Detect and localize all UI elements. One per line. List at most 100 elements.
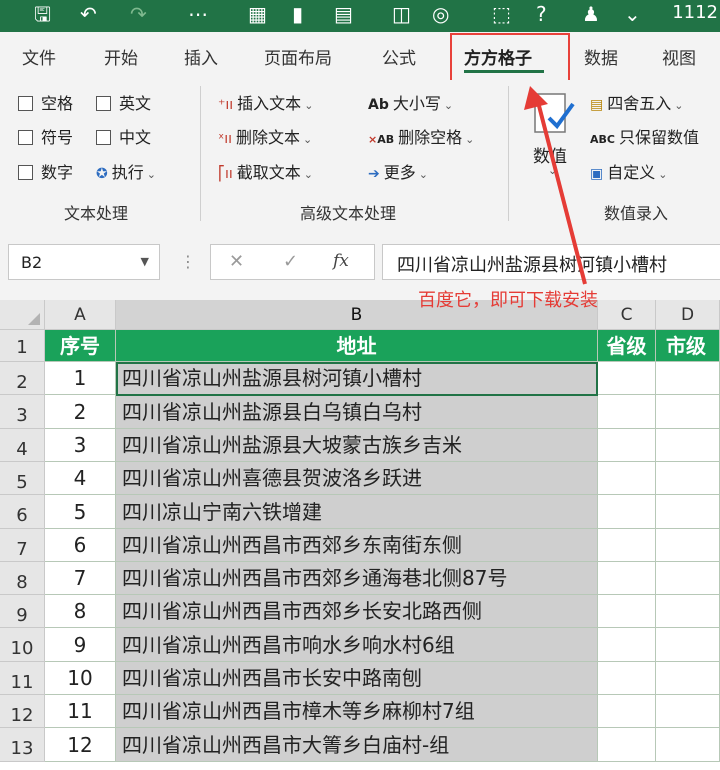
cell-seq[interactable]: 2 [45, 395, 116, 429]
drag-handle-icon[interactable]: ⋮ [180, 252, 196, 271]
row-header[interactable]: 4 [0, 429, 45, 462]
shapes-icon[interactable]: ◎ [432, 2, 449, 26]
row-header[interactable]: 11 [0, 662, 45, 695]
header-cell-province[interactable]: 省级 [598, 330, 656, 362]
calculator-icon[interactable]: ▦ [248, 2, 267, 26]
execute-button[interactable]: ✪ 执行 ⌄ [96, 159, 156, 183]
header-cell-seq[interactable]: 序号 [45, 330, 116, 362]
column-header-d[interactable]: D [656, 300, 720, 330]
cell-city[interactable] [656, 429, 720, 462]
checkbox-box[interactable] [96, 96, 111, 111]
redo-icon[interactable]: ↷ [130, 2, 147, 26]
checkbox-symbol[interactable]: 符号 [18, 124, 73, 148]
header-cell-address[interactable]: 地址 [116, 330, 598, 362]
formula-input[interactable]: 四川省凉山州盐源县树河镇小槽村 [382, 244, 720, 280]
cell-city[interactable] [656, 362, 720, 395]
cell-address[interactable]: 四川省凉山州喜德县贺波洛乡跃进 [116, 462, 598, 495]
cell-province[interactable] [598, 495, 656, 529]
checkbox-chinese[interactable]: 中文 [96, 124, 151, 148]
cell-seq[interactable]: 10 [45, 662, 116, 695]
select-all-corner[interactable] [0, 300, 45, 330]
cancel-icon[interactable]: ✕ [229, 251, 244, 272]
cell-address[interactable]: 四川省凉山州西昌市西郊乡东南街东侧 [116, 529, 598, 562]
text-box-icon[interactable]: ⬚ [492, 2, 511, 26]
numeric-big-button[interactable]: 数值 ⌄ [527, 90, 579, 190]
cell-province[interactable] [598, 429, 656, 462]
delete-space-button[interactable]: ×AB 删除空格 ⌄ [368, 124, 474, 148]
row-header[interactable]: 3 [0, 395, 45, 429]
row-header[interactable]: 10 [0, 628, 45, 662]
round-button[interactable]: ▤ 四舍五入 ⌄ [590, 90, 683, 114]
cell-seq[interactable]: 8 [45, 595, 116, 628]
cell-city[interactable] [656, 395, 720, 429]
dropdown-arrow-icon[interactable]: ▼ [141, 255, 149, 268]
cell-address[interactable]: 四川省凉山州西昌市西郊乡通海巷北侧87号 [116, 562, 598, 595]
row-header[interactable]: 6 [0, 495, 45, 529]
cell-city[interactable] [656, 695, 720, 728]
cell-city[interactable] [656, 662, 720, 695]
cell-seq[interactable]: 11 [45, 695, 116, 728]
customize-icon[interactable]: ⌄ [624, 2, 641, 26]
custom-button[interactable]: ▣ 自定义 ⌄ [590, 159, 667, 183]
name-box[interactable]: B2 ▼ [8, 244, 160, 280]
case-button[interactable]: Ab 大小写 ⌄ [368, 90, 453, 114]
checkbox-space[interactable]: 空格 [18, 90, 73, 114]
help-icon[interactable]: ? [536, 2, 547, 26]
tab-insert[interactable]: 插入 [184, 44, 218, 69]
cell-seq[interactable]: 9 [45, 628, 116, 662]
delete-text-button[interactable]: ˣıı 删除文本 ⌄ [218, 124, 312, 148]
cell-seq[interactable]: 1 [45, 362, 116, 395]
checkbox-box[interactable] [18, 130, 33, 145]
save-icon[interactable]: 🖫 [34, 2, 51, 26]
checkbox-box[interactable] [18, 165, 33, 180]
cell-city[interactable] [656, 628, 720, 662]
chart-icon[interactable]: ▮ [292, 2, 303, 26]
grid-icon[interactable]: ▤ [334, 2, 353, 26]
cell-city[interactable] [656, 495, 720, 529]
confirm-icon[interactable]: ✓ [283, 251, 298, 272]
cell-address[interactable]: 四川省凉山州西昌市大箐乡白庙村-组 [116, 728, 598, 762]
row-header[interactable]: 9 [0, 595, 45, 628]
row-header[interactable]: 13 [0, 728, 45, 762]
cell-address[interactable]: 四川凉山宁南六铁增建 [116, 495, 598, 529]
cell-seq[interactable]: 7 [45, 562, 116, 595]
user-icon[interactable]: ♟ [582, 2, 600, 26]
tab-page-layout[interactable]: 页面布局 [264, 44, 332, 69]
cell-address[interactable]: 四川省凉山州盐源县大坡蒙古族乡吉米 [116, 429, 598, 462]
row-header[interactable]: 5 [0, 462, 45, 495]
tab-file[interactable]: 文件 [22, 44, 56, 69]
tab-formulas[interactable]: 公式 [382, 44, 416, 69]
tab-data[interactable]: 数据 [584, 44, 618, 69]
checkbox-box[interactable] [18, 96, 33, 111]
more-button[interactable]: ➔ 更多 ⌄ [368, 159, 428, 183]
cell-seq[interactable]: 5 [45, 495, 116, 529]
cell-city[interactable] [656, 562, 720, 595]
column-header-a[interactable]: A [45, 300, 116, 330]
cell-seq[interactable]: 4 [45, 462, 116, 495]
cell-city[interactable] [656, 728, 720, 762]
row-header[interactable]: 2 [0, 362, 45, 395]
row-header[interactable]: 8 [0, 562, 45, 595]
cell-city[interactable] [656, 462, 720, 495]
cell-seq[interactable]: 12 [45, 728, 116, 762]
cell-province[interactable] [598, 628, 656, 662]
cell-city[interactable] [656, 529, 720, 562]
undo-icon[interactable]: ↶ [80, 2, 97, 26]
cell-province[interactable] [598, 595, 656, 628]
cell-province[interactable] [598, 562, 656, 595]
keep-value-button[interactable]: ABC 只保留数值 [590, 124, 699, 148]
screenshot-icon[interactable]: ◫ [392, 2, 411, 26]
cell-seq[interactable]: 6 [45, 529, 116, 562]
cell-address[interactable]: 四川省凉山州盐源县白乌镇白乌村 [116, 395, 598, 429]
checkbox-box[interactable] [96, 130, 111, 145]
cell-province[interactable] [598, 529, 656, 562]
checkbox-number[interactable]: 数字 [18, 159, 73, 183]
cell-province[interactable] [598, 395, 656, 429]
cell-address[interactable]: 四川省凉山州西昌市西郊乡长安北路西侧 [116, 595, 598, 628]
insert-text-button[interactable]: ⁺ıı 插入文本 ⌄ [218, 90, 313, 114]
cell-city[interactable] [656, 595, 720, 628]
cell-province[interactable] [598, 728, 656, 762]
cell-seq[interactable]: 3 [45, 429, 116, 462]
cell-address[interactable]: 四川省凉山州西昌市长安中路南刨 [116, 662, 598, 695]
cell-address[interactable]: 四川省凉山州西昌市响水乡响水村6组 [116, 628, 598, 662]
